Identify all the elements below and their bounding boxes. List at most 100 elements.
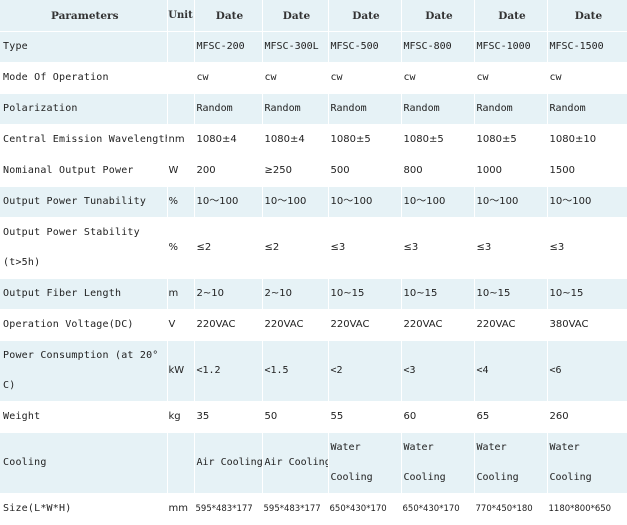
row-value: Random [547,93,627,125]
row-value: <1.5 [262,340,329,402]
row-value: 200 [194,155,263,187]
row-value: ≤3 [328,217,402,279]
row-unit: % [167,186,195,218]
row-value: 10～100 [547,186,627,218]
row-value: 10～100 [262,186,329,218]
row-value: MFSC-800 [401,31,475,63]
row-unit: kW [167,340,195,402]
row-value: 1080±10 [547,124,627,156]
table-row: Polarization Random Random Random Random… [0,93,627,125]
row-value: 1080±4 [262,124,329,156]
row-value: 1180*800*650 [547,493,627,525]
table-row: Power Consumption (at 20° C) kW <1.2 <1.… [0,340,627,402]
header-column: Date [328,0,402,32]
table-row: Operation Voltage(DC) V 220VAC 220VAC 22… [0,309,627,341]
row-value: 10～100 [328,186,402,218]
row-value: 10～100 [194,186,263,218]
row-value: <6 [547,340,627,402]
row-value: 260 [547,401,627,433]
row-parameter: Output Fiber Length [0,278,168,310]
table-row: Mode Of Operation cw cw cw cw cw cw [0,62,627,94]
row-unit: V [167,309,195,341]
row-value: 595*483*177 [262,493,329,525]
row-value: 1500 [547,155,627,187]
row-value: MFSC-500 [328,31,402,63]
row-value: MFSC-200 [194,31,263,63]
row-value: 10~15 [547,278,627,310]
row-value: 220VAC [194,309,263,341]
row-value: cw [547,62,627,94]
row-value: Random [262,93,329,125]
table-row: Cooling Air Cooling Air Cooling Water Co… [0,432,627,494]
row-value: Random [401,93,475,125]
table-row: Central Emission Wavelength nm 1080±4 10… [0,124,627,156]
row-value: ≤3 [474,217,548,279]
row-value: 500 [328,155,402,187]
header-column: Date [547,0,627,32]
row-value: ≤3 [401,217,475,279]
row-value: Random [194,93,263,125]
row-parameter: Nomianal Output Power [0,155,168,187]
row-unit [167,31,195,63]
row-value: Random [328,93,402,125]
row-value: 595*483*177 [194,493,263,525]
header-unit: Unit [167,0,195,32]
table-row: Output Power Tunability % 10～100 10～100 … [0,186,627,218]
row-unit [167,93,195,125]
row-value: 55 [328,401,402,433]
row-value: 1080±4 [194,124,263,156]
row-value: MFSC-300L [262,31,329,63]
row-unit: m [167,278,195,310]
row-parameter: Mode Of Operation [0,62,168,94]
row-value: 10～100 [401,186,475,218]
header-row: Parameters Unit Date Date Date Date Date… [0,0,627,32]
row-value: Air Cooling [194,432,263,494]
row-value: 35 [194,401,263,433]
row-value: cw [328,62,402,94]
table-row: Output Power Stability (t>5h) % ≤2 ≤2 ≤3… [0,217,627,279]
row-value: 1000 [474,155,548,187]
row-unit: mm [167,493,195,525]
row-unit [167,432,195,494]
row-parameter: Operation Voltage(DC) [0,309,168,341]
row-value: 220VAC [262,309,329,341]
row-parameter: Central Emission Wavelength [0,124,168,156]
row-value: 1080±5 [401,124,475,156]
row-value: 650*430*170 [401,493,475,525]
table-row: Size(L*W*H) mm 595*483*177 595*483*177 6… [0,493,627,525]
header-column: Date [401,0,475,32]
header-parameters: Parameters [0,0,168,32]
row-value: 220VAC [328,309,402,341]
row-parameter: Type [0,31,168,63]
row-value: 770*450*180 [474,493,548,525]
row-value: ≥250 [262,155,329,187]
row-value: 10～100 [474,186,548,218]
row-parameter: Output Power Tunability [0,186,168,218]
row-value: cw [262,62,329,94]
row-value: 1080±5 [474,124,548,156]
row-value: 800 [401,155,475,187]
table-row: Weight kg 35 50 55 60 65 260 [0,401,627,433]
row-value: 65 [474,401,548,433]
row-value: 10~15 [401,278,475,310]
specs-table: Parameters Unit Date Date Date Date Date… [0,0,627,525]
row-value: 220VAC [474,309,548,341]
row-value: 1080±5 [328,124,402,156]
row-parameter: Power Consumption (at 20° C) [0,340,168,402]
row-value: Water Cooling [401,432,475,494]
row-parameter: Cooling [0,432,168,494]
row-value: ≤3 [547,217,627,279]
row-value: cw [474,62,548,94]
row-value: Water Cooling [547,432,627,494]
row-value: MFSC-1500 [547,31,627,63]
row-parameter: Size(L*W*H) [0,493,168,525]
row-value: <1.2 [194,340,263,402]
row-value: 2~10 [194,278,263,310]
row-parameter: Output Power Stability (t>5h) [0,217,168,279]
row-value: 380VAC [547,309,627,341]
row-unit: kg [167,401,195,433]
row-value: 650*430*170 [328,493,402,525]
header-column: Date [474,0,548,32]
row-value: ≤2 [262,217,329,279]
row-value: 10~15 [328,278,402,310]
